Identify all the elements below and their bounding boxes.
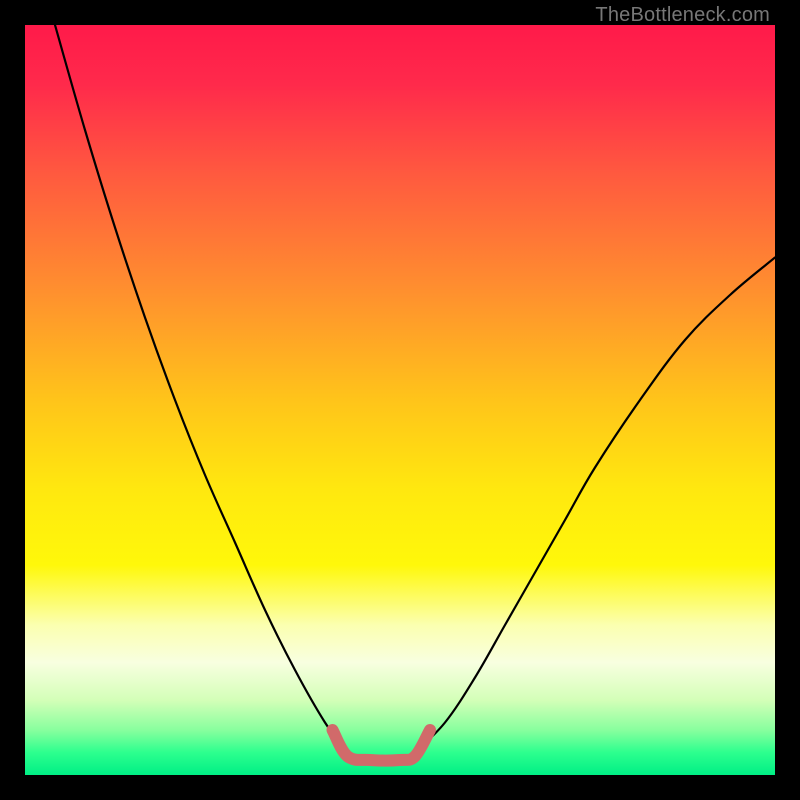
right-curve bbox=[415, 258, 775, 753]
left-curve bbox=[55, 25, 348, 753]
curves-layer bbox=[25, 25, 775, 775]
plot-area bbox=[25, 25, 775, 775]
watermark-text: TheBottleneck.com bbox=[595, 4, 770, 27]
chart-frame: TheBottleneck.com bbox=[0, 0, 800, 800]
bottom-accent bbox=[333, 730, 431, 761]
